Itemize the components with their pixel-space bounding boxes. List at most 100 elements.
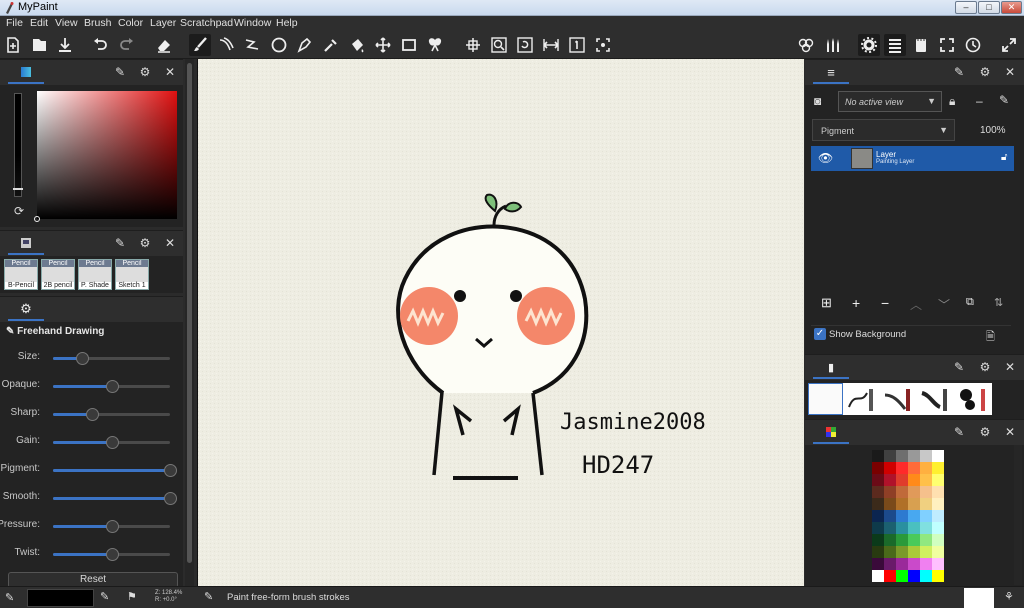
options-icon[interactable]: ⚙ [978, 65, 992, 79]
slider-knob[interactable] [105, 380, 119, 393]
options-icon[interactable]: ⚙ [978, 425, 992, 439]
open-file-icon[interactable] [28, 34, 50, 56]
slider-row[interactable]: Pigment: [0, 460, 182, 480]
palette-swatch[interactable] [920, 450, 932, 462]
palette-swatch[interactable] [920, 486, 932, 498]
add-layer-icon[interactable]: ⊞ [821, 295, 832, 311]
palette-swatch[interactable] [872, 570, 884, 582]
palette-swatch[interactable] [920, 510, 932, 522]
minimize-button[interactable]: – [955, 1, 977, 14]
inking-pen-icon[interactable] [294, 34, 316, 56]
pin-icon[interactable]: ✎ [113, 65, 127, 79]
fill-tool-icon[interactable] [346, 34, 368, 56]
palette-swatch[interactable] [932, 498, 944, 510]
menu-file[interactable]: File [6, 17, 23, 29]
palette-swatch[interactable] [872, 558, 884, 570]
brush-thumb[interactable]: Pencil P. Shade [78, 259, 112, 290]
palette-swatch[interactable] [896, 570, 908, 582]
move-up-icon[interactable]: ︿ [910, 296, 922, 313]
menu-edit[interactable]: Edit [30, 17, 48, 29]
options-icon[interactable]: ⚙ [978, 360, 992, 374]
palette-swatch[interactable] [932, 450, 944, 462]
scratchpad-icon[interactable] [910, 34, 932, 56]
palette-swatch[interactable] [908, 522, 920, 534]
menu-color[interactable]: Color [118, 17, 143, 29]
palette-swatch[interactable] [872, 522, 884, 534]
slider-row[interactable]: Pressure: [0, 516, 182, 536]
layer-lock-icon[interactable]: 🔓︎ [1001, 152, 1007, 163]
slider-knob[interactable] [105, 520, 119, 533]
palette-swatch[interactable] [920, 462, 932, 474]
swap-colors-icon[interactable]: ⟳ [14, 204, 24, 218]
palette-scrollbar[interactable] [1014, 445, 1022, 585]
close-panel-icon[interactable]: ✕ [1003, 360, 1017, 374]
palette-swatch[interactable] [884, 546, 896, 558]
brush-group-tab[interactable]: ▮ [813, 357, 849, 379]
palette-swatch[interactable] [896, 474, 908, 486]
undo-icon[interactable] [89, 34, 111, 56]
palette-swatch[interactable] [932, 546, 944, 558]
brush-preset[interactable] [845, 385, 879, 413]
close-panel-icon[interactable]: ✕ [163, 236, 177, 250]
slider-knob[interactable] [164, 492, 177, 505]
pin-icon[interactable]: ✎ [952, 65, 966, 79]
add-icon[interactable]: + [852, 295, 860, 311]
palette-swatch[interactable] [920, 498, 932, 510]
slider-knob[interactable] [76, 352, 90, 365]
palette-swatch[interactable] [920, 546, 932, 558]
menu-help[interactable]: Help [276, 17, 298, 29]
color-tab[interactable] [8, 62, 44, 84]
pin-icon[interactable]: ✎ [952, 425, 966, 439]
ellipse-tool-icon[interactable] [268, 34, 290, 56]
layers-tab[interactable]: ≡ [813, 62, 849, 84]
close-panel-icon[interactable]: ✕ [1003, 425, 1017, 439]
menu-view[interactable]: View [55, 17, 78, 29]
edit-view-icon[interactable]: ✎ [999, 93, 1009, 107]
palette-swatch[interactable] [884, 522, 896, 534]
slider-row[interactable]: Gain: [0, 432, 182, 452]
current-color-swatch[interactable] [27, 589, 94, 607]
palette-swatch[interactable] [896, 486, 908, 498]
palette-swatch[interactable] [872, 510, 884, 522]
remove-view-icon[interactable]: – [976, 94, 983, 108]
eraser-mode-icon[interactable] [153, 34, 175, 56]
duplicate-layer-icon[interactable]: ⧉ [966, 296, 974, 309]
background-settings-icon[interactable]: 🗎︎ [986, 328, 995, 347]
brush-edit-icon[interactable]: ✎ [100, 590, 109, 603]
slider-track[interactable] [53, 436, 170, 449]
palette-swatch[interactable] [896, 558, 908, 570]
color-picker-icon[interactable] [320, 34, 342, 56]
palette-swatch[interactable] [920, 570, 932, 582]
palette-swatch[interactable] [908, 510, 920, 522]
settings-gear-icon[interactable] [858, 34, 880, 56]
fit-view-icon[interactable] [462, 34, 484, 56]
show-background-checkbox[interactable]: ✓ [814, 328, 826, 340]
remove-icon[interactable]: − [881, 295, 889, 311]
brush-preview-thumb[interactable] [964, 588, 994, 608]
palette-swatch[interactable] [908, 474, 920, 486]
slider-knob[interactable] [164, 464, 177, 477]
palette-swatch[interactable] [896, 522, 908, 534]
redo-icon[interactable] [116, 34, 138, 56]
drawing-canvas[interactable]: Jasmine2008 HD247 [197, 59, 804, 586]
menu-scratchpad[interactable]: Scratchpad [180, 17, 233, 29]
fullscreen-view-icon[interactable] [592, 34, 614, 56]
brush-panel-tab[interactable] [8, 233, 44, 255]
color-palette-icon[interactable] [795, 34, 817, 56]
palette-swatch[interactable] [896, 462, 908, 474]
menu-brush[interactable]: Brush [84, 17, 111, 29]
left-scrollbar[interactable] [185, 59, 194, 586]
slider-row[interactable]: Size: [0, 348, 182, 368]
palette-swatch[interactable] [884, 498, 896, 510]
save-file-icon[interactable] [54, 34, 76, 56]
palette-swatch[interactable] [908, 534, 920, 546]
inking-tool-icon[interactable] [216, 34, 238, 56]
palette-swatch[interactable] [884, 474, 896, 486]
palette-swatch[interactable] [932, 462, 944, 474]
palette-swatch[interactable] [932, 522, 944, 534]
value-slider[interactable] [13, 93, 23, 197]
palette-swatch[interactable] [896, 534, 908, 546]
expand-window-icon[interactable] [998, 34, 1020, 56]
palette-swatch[interactable] [896, 450, 908, 462]
palette-swatch[interactable] [908, 558, 920, 570]
